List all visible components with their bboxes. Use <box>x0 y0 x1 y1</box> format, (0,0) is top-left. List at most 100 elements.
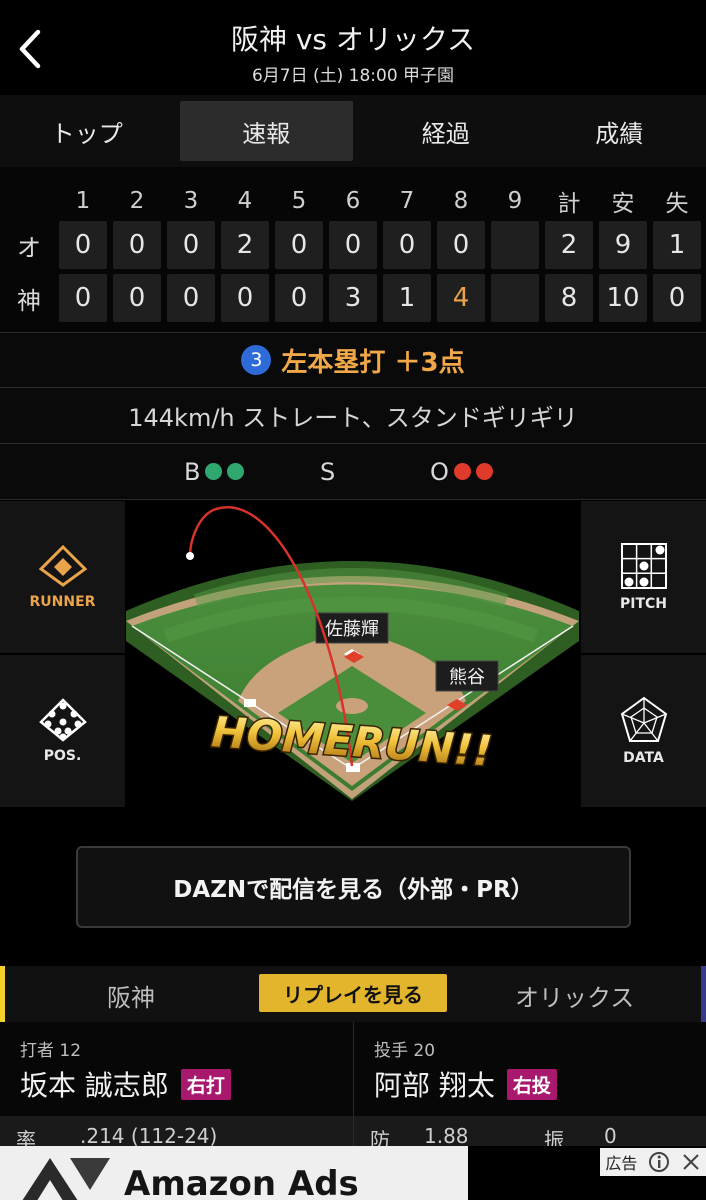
runner-button[interactable]: RUNNER <box>0 501 125 653</box>
score-header: 失 <box>665 191 689 217</box>
score-header: 3 <box>183 188 199 214</box>
pitcher-name: 阿部 翔太 <box>374 1069 495 1102</box>
inning-score: 0 <box>59 221 107 269</box>
pitch-grid-icon <box>620 543 667 589</box>
home-team-stripe <box>0 966 5 1022</box>
ball-dot <box>227 463 245 480</box>
total-score: 10 <box>599 274 647 322</box>
ad-area: Amazon Ads 広告 <box>0 1146 706 1200</box>
inning-score: 2 <box>221 221 269 269</box>
inning-score <box>491 274 539 322</box>
ad-text: Amazon Ads <box>124 1164 359 1200</box>
header: 阪神 vs オリックス 6月7日 (土) 18:00 甲子園 <box>0 0 706 95</box>
ball-count: B S O <box>0 444 706 500</box>
pitcher-label: 投手 20 <box>374 1041 436 1061</box>
pitcher-panel[interactable]: 投手 20 阿部 翔太 右投 防 1.88 振 0 <box>353 1022 706 1146</box>
strike-label: S <box>320 458 336 486</box>
out-dot <box>475 463 493 480</box>
tab-progress[interactable]: 経過 <box>359 95 533 167</box>
pitcher-stat-value: 1.88 <box>424 1124 469 1146</box>
inning-score: 0 <box>113 221 161 269</box>
batter-stats: 率 .214 (112-24) <box>0 1116 353 1146</box>
play-result: 3 左本塁打 ＋3点 <box>0 332 706 388</box>
ball-dot <box>205 463 223 480</box>
batter-panel[interactable]: 打者 12 坂本 誠志郎 右打 率 .214 (112-24) <box>0 1022 353 1146</box>
out-dot <box>453 463 471 480</box>
score-header: 8 <box>453 188 469 214</box>
close-icon[interactable] <box>681 1152 701 1172</box>
inning-score <box>491 221 539 269</box>
score-header: 7 <box>399 188 415 214</box>
replay-button[interactable]: リプレイを見る <box>259 974 447 1012</box>
ball-label: B <box>184 458 201 486</box>
field-area: RUNNER POS. PITCH DATA 佐藤輝 熊谷 HOMERUN!! <box>0 501 706 807</box>
position-icon <box>38 698 87 742</box>
game-info: 6月7日 (土) 18:00 甲子園 <box>251 66 455 86</box>
pitcher-name-row: 阿部 翔太 右投 <box>374 1064 557 1104</box>
pitch-button[interactable]: PITCH <box>581 501 706 653</box>
inning-score: 0 <box>383 221 431 269</box>
fielder-label-1: 佐藤輝 <box>325 619 379 640</box>
score-header: 4 <box>237 188 253 214</box>
away-team-name: オリックス <box>515 984 635 1012</box>
score-header: 9 <box>507 188 523 214</box>
pitcher-stat-key-2: 振 <box>544 1128 564 1146</box>
score-header: 1 <box>75 188 91 214</box>
batter-name: 坂本 誠志郎 <box>20 1069 169 1102</box>
fielder-label-2: 熊谷 <box>449 667 485 688</box>
ad-label: 広告 <box>605 1154 638 1173</box>
total-score: 9 <box>599 221 647 269</box>
inning-score: 0 <box>113 274 161 322</box>
tab-stats[interactable]: 成績 <box>533 95 706 167</box>
total-score: 0 <box>653 274 701 322</box>
info-icon[interactable] <box>648 1151 670 1173</box>
pitcher-stats: 防 1.88 振 0 <box>354 1116 706 1146</box>
total-score: 1 <box>653 221 701 269</box>
batter-hand-tag: 右打 <box>180 1068 231 1100</box>
radar-chart-icon <box>620 696 667 742</box>
pos-button[interactable]: POS. <box>0 655 125 807</box>
data-button[interactable]: DATA <box>581 655 706 807</box>
inning-score: 0 <box>275 221 323 269</box>
inning-score: 0 <box>59 274 107 322</box>
batter-stat-value: .214 (112-24) <box>80 1124 218 1146</box>
away-team-stripe <box>701 966 706 1022</box>
tab-live[interactable]: 速報 <box>179 101 353 161</box>
score-team-label: オ <box>17 233 41 262</box>
inning-score: 0 <box>167 221 215 269</box>
score-header: 計 <box>557 191 581 217</box>
total-score: 2 <box>545 221 593 269</box>
page-title: 阪神 vs オリックス <box>230 23 476 56</box>
inning-score: 3 <box>329 274 377 322</box>
scoreboard: 1 2 3 4 5 6 7 8 9 計安失オ 0 0 0 2 0 0 0 0 2 9 1 神 0 0 0 0 0 3 1 4 8 10 0 <box>0 167 706 332</box>
out-label: O <box>430 458 449 486</box>
batter-name-row: 坂本 誠志郎 右打 <box>20 1064 231 1104</box>
score-header: 5 <box>291 188 307 214</box>
inning-score: 0 <box>437 221 485 269</box>
tab-top[interactable]: トップ <box>0 95 174 167</box>
total-score: 8 <box>545 274 593 322</box>
score-header: 6 <box>345 188 361 214</box>
ad-logo-icon <box>22 1158 110 1200</box>
ball-indicator: B <box>184 458 245 486</box>
dazn-watch-button[interactable]: DAZNで配信を見る（外部・PR） <box>76 846 631 928</box>
matchup-panel: 打者 12 坂本 誠志郎 右打 率 .214 (112-24) 投手 20 阿部… <box>0 1022 706 1146</box>
score-header: 安 <box>611 191 635 217</box>
pitch-label: PITCH <box>619 596 667 612</box>
pitcher-stat-key: 防 <box>370 1128 390 1146</box>
strike-indicator: S <box>320 458 335 486</box>
play-number-badge: 3 <box>241 345 272 375</box>
inning-score: 0 <box>221 274 269 322</box>
baseball-field: 佐藤輝 熊谷 HOMERUN!! <box>126 506 579 801</box>
inning-score: 0 <box>329 221 377 269</box>
ad-controls[interactable]: 広告 <box>600 1148 706 1176</box>
score-header: 2 <box>129 188 145 214</box>
runner-label: RUNNER <box>29 594 96 610</box>
home-team-name: 阪神 <box>107 984 155 1012</box>
score-team-label: 神 <box>17 286 41 315</box>
batter-stat-key: 率 <box>16 1128 36 1146</box>
tab-bar: トップ 速報 経過 成績 <box>0 95 706 167</box>
batter-label: 打者 12 <box>20 1041 82 1061</box>
inning-score: 1 <box>383 274 431 322</box>
ad-banner[interactable]: Amazon Ads <box>0 1146 468 1200</box>
